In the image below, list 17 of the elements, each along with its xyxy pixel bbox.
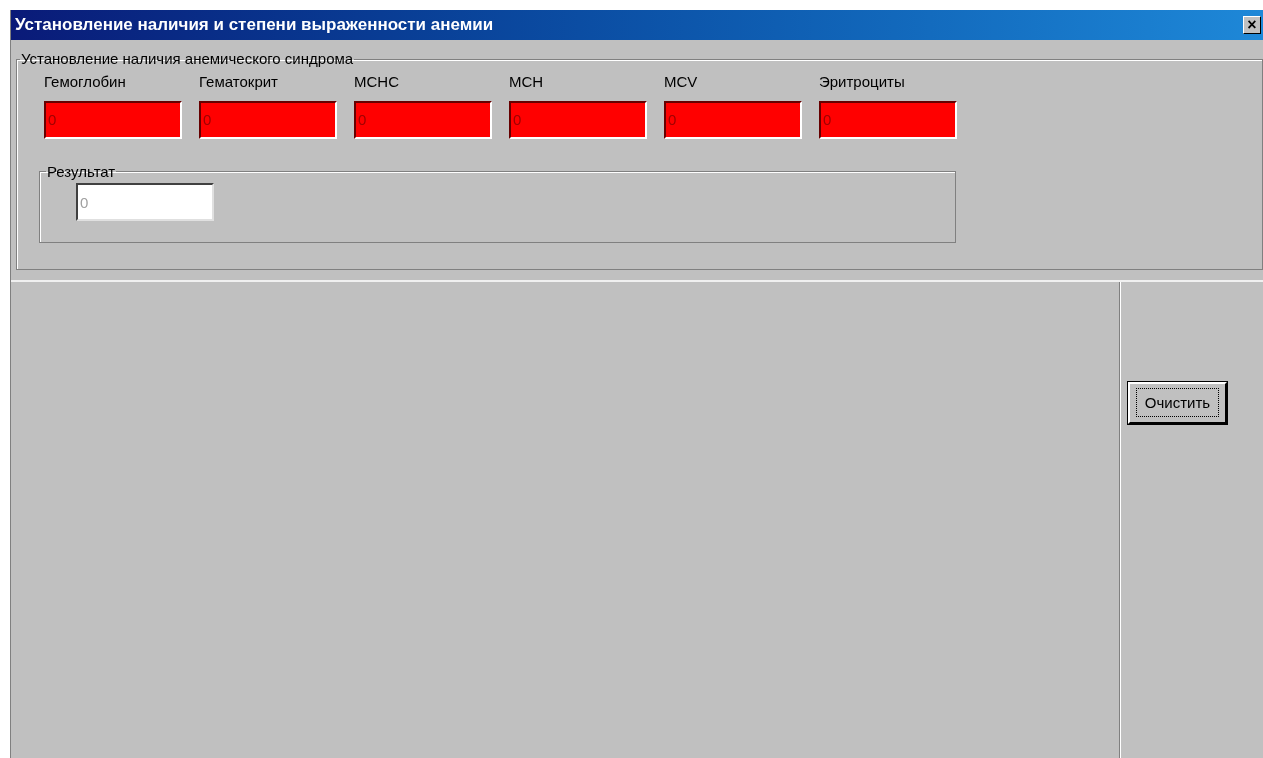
value-field[interactable]: 0 bbox=[509, 100, 647, 139]
value-field[interactable]: 0 bbox=[664, 100, 802, 139]
window-title: Установление наличия и степени выраженности анемии bbox=[15, 14, 494, 37]
field-label: Гемоглобин bbox=[44, 71, 127, 92]
field-label: MCHC bbox=[354, 71, 400, 92]
value-field[interactable]: 0 bbox=[199, 100, 337, 139]
value-field[interactable]: 0 bbox=[354, 100, 492, 139]
field-label: MCH bbox=[509, 71, 545, 92]
field-label: MCV bbox=[664, 71, 699, 92]
clear-button[interactable]: Очистить bbox=[1128, 382, 1227, 424]
close-button[interactable]: × bbox=[1243, 16, 1261, 34]
field-label: Эритроциты bbox=[819, 71, 906, 92]
value-field[interactable]: 0 bbox=[819, 100, 957, 139]
result-title: Результат bbox=[46, 161, 117, 182]
field-label: Гематокрит bbox=[199, 71, 279, 92]
value-field[interactable]: 0 bbox=[44, 100, 182, 139]
group-title: Установление наличия анемического синдрома bbox=[20, 49, 355, 69]
